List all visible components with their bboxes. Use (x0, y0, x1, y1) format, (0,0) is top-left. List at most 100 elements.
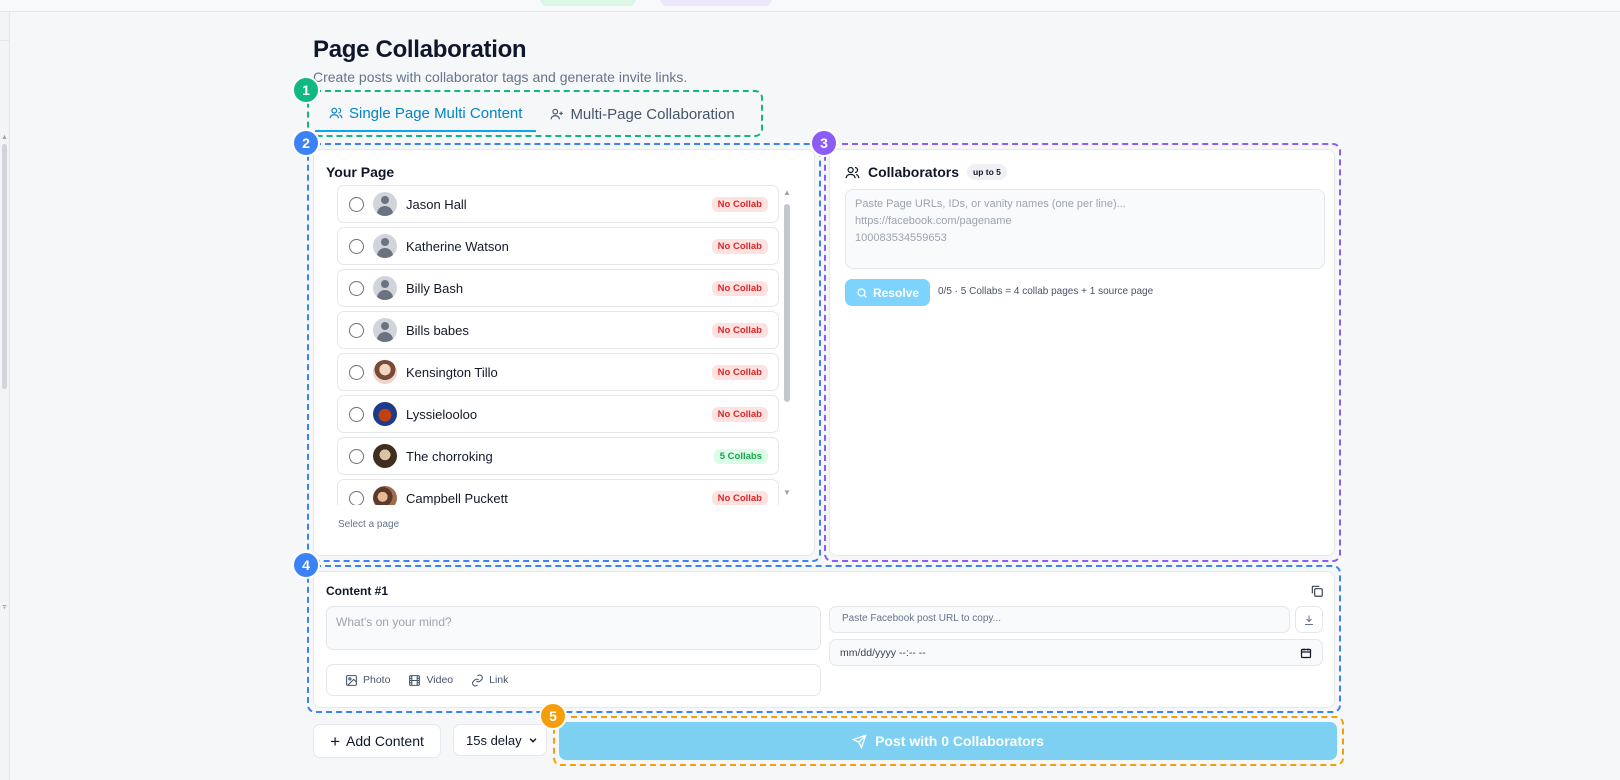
avatar (373, 318, 397, 342)
chevron-down-icon (529, 738, 537, 743)
step-badge-5: 5 (539, 702, 567, 730)
top-bar (0, 0, 1620, 12)
link-label: Link (489, 674, 509, 686)
photo-button[interactable]: Photo (345, 674, 390, 687)
tab-label: Multi-Page Collaboration (570, 105, 735, 123)
page-radio[interactable] (349, 448, 364, 464)
page-list: Jason Hall No Collab Katherine Watson No… (337, 185, 779, 505)
page-name: Campbell Puckett (406, 490, 508, 506)
collab-status-badge: No Collab (711, 280, 768, 296)
link-icon (472, 674, 484, 686)
post-text-input[interactable]: What's on your mind? (326, 606, 821, 650)
download-icon (1305, 615, 1313, 625)
top-pill-green (540, 0, 636, 6)
post-url-input[interactable]: Paste Facebook post URL to copy... (829, 606, 1290, 633)
page-row[interactable]: Katherine Watson No Collab (337, 227, 779, 265)
page-row[interactable]: Kensington Tillo No Collab (337, 353, 779, 391)
page-name: The chorroking (406, 448, 493, 464)
collab-status-badge: No Collab (711, 238, 768, 254)
page-radio[interactable] (349, 238, 364, 254)
scroll-down-arrow[interactable]: ▼ (783, 488, 791, 497)
avatar (373, 486, 397, 505)
step-badge-1: 1 (292, 76, 320, 104)
avatar (373, 276, 397, 300)
calendar-icon[interactable] (1300, 647, 1312, 659)
page-row[interactable]: Billy Bash No Collab (337, 269, 779, 307)
mode-tabs: Single Page Multi Content Multi-Page Col… (315, 96, 749, 132)
page-scrollbar-thumb[interactable] (2, 144, 7, 389)
page-title: Page Collaboration (313, 36, 527, 63)
photo-icon (346, 674, 357, 686)
page-row[interactable]: The chorroking 5 Collabs (337, 437, 779, 475)
add-content-label: Add Content (346, 733, 424, 749)
collab-status-badge: No Collab (711, 322, 768, 338)
tab-label: Single Page Multi Content (349, 104, 523, 122)
page-radio[interactable] (349, 364, 364, 380)
rail-divider (0, 606, 10, 607)
fetch-post-button[interactable] (1295, 606, 1323, 633)
link-button[interactable]: Link (471, 674, 508, 687)
datetime-value: mm/dd/yyyy --:-- -- (840, 646, 926, 659)
content-label: Content #1 (326, 584, 389, 598)
photo-label: Photo (363, 674, 391, 686)
collab-status-badge: No Collab (711, 196, 768, 212)
page-row[interactable]: Jason Hall No Collab (337, 185, 779, 223)
page-radio[interactable] (349, 490, 364, 505)
step-badge-2: 2 (292, 129, 320, 157)
collaborators-input[interactable]: Paste Page URLs, IDs, or vanity names (o… (845, 189, 1325, 269)
page-name: Katherine Watson (406, 238, 509, 254)
post-button[interactable]: Post with 0 Collaborators (559, 722, 1337, 760)
avatar (373, 402, 397, 426)
page-name: Lyssielooloo (406, 406, 478, 422)
page-row[interactable]: Bills babes No Collab (337, 311, 779, 349)
collab-status-badge: No Collab (711, 490, 768, 505)
page-name: Kensington Tillo (406, 364, 498, 380)
delay-select[interactable]: 15s delay (453, 724, 547, 756)
select-page-hint: Select a page (338, 519, 400, 530)
tab-multi-page[interactable]: Multi-Page Collaboration (536, 96, 748, 132)
collab-status-badge: 5 Collabs (713, 448, 768, 464)
page-row[interactable]: Lyssielooloo No Collab (337, 395, 779, 433)
avatar (373, 234, 397, 258)
step-badge-4: 4 (292, 551, 320, 579)
step-badge-3: 3 (810, 129, 838, 157)
video-label: Video (426, 674, 454, 686)
scrollbar-thumb[interactable] (784, 204, 790, 402)
users-icon (329, 107, 343, 119)
post-label: Post with 0 Collaborators (875, 733, 1044, 749)
schedule-datetime-input[interactable]: mm/dd/yyyy --:-- -- (829, 639, 1323, 666)
resolve-button[interactable]: Resolve (845, 279, 930, 306)
film-icon (409, 674, 421, 686)
plus-icon: + (330, 731, 341, 751)
page-name: Bills babes (406, 322, 469, 338)
send-icon (852, 733, 867, 749)
add-content-button[interactable]: + Add Content (313, 724, 441, 758)
video-button[interactable]: Video (408, 674, 453, 687)
avatar (373, 360, 397, 384)
avatar (373, 192, 397, 216)
left-rail: ▲ ▼ (0, 12, 10, 780)
delay-value: 15s delay (466, 732, 522, 748)
resolve-label: Resolve (872, 285, 920, 300)
your-page-title: Your Page (326, 164, 395, 180)
page-radio[interactable] (349, 406, 364, 422)
user-plus-icon (551, 108, 564, 120)
avatar (373, 444, 397, 468)
scroll-up-arrow[interactable]: ▲ (1, 134, 8, 141)
scroll-up-arrow[interactable]: ▲ (783, 188, 791, 197)
page-radio[interactable] (349, 322, 364, 338)
tab-single-page[interactable]: Single Page Multi Content (315, 96, 537, 132)
users-icon (845, 166, 860, 178)
page-radio[interactable] (349, 196, 364, 212)
top-pill-purple (660, 0, 772, 6)
page-radio[interactable] (349, 280, 364, 296)
duplicate-icon[interactable] (1310, 584, 1324, 598)
media-toolbar: Photo Video Link (326, 664, 821, 696)
page-name: Billy Bash (406, 280, 464, 296)
rail-divider (0, 40, 10, 41)
collab-count-note: 0/5 · 5 Collabs = 4 collab pages + 1 sou… (938, 286, 1154, 297)
limit-chip: up to 5 (967, 164, 1007, 180)
page-list-scrollbar[interactable]: ▲ ▼ (782, 188, 792, 503)
collab-status-badge: No Collab (711, 406, 768, 422)
page-row[interactable]: Campbell Puckett No Collab (337, 479, 779, 505)
